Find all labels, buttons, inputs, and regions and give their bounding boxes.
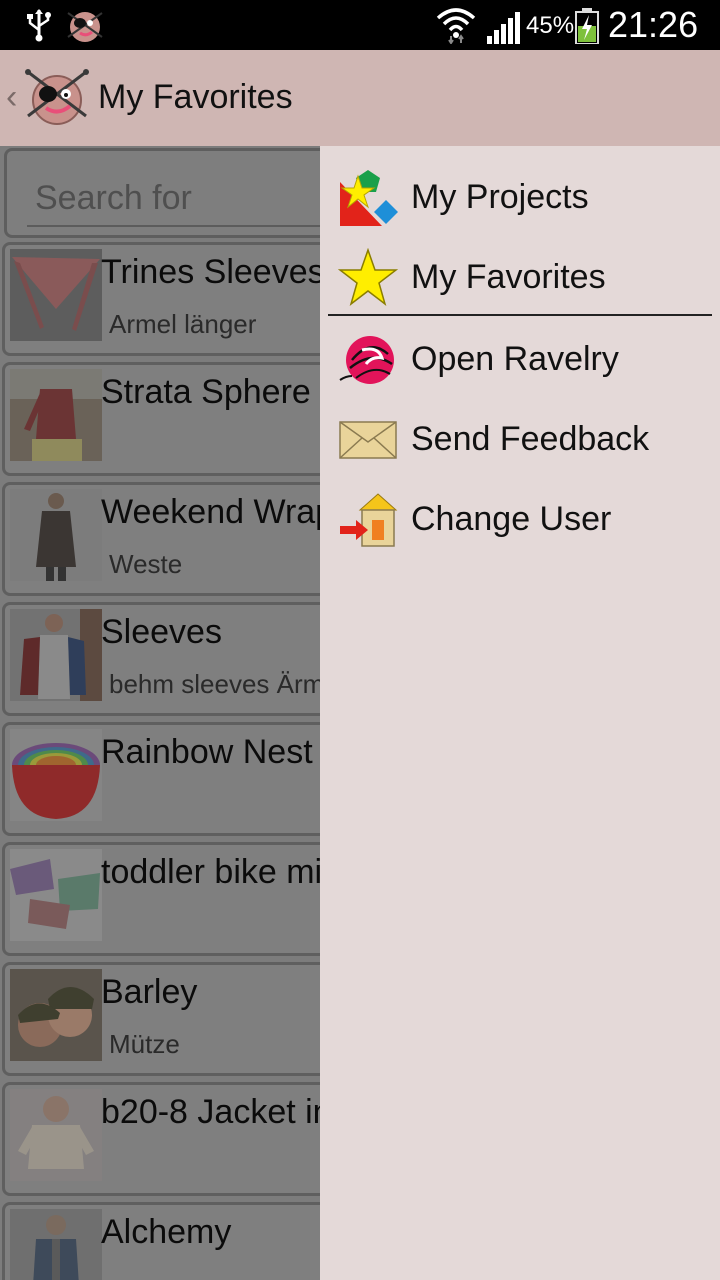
shawl-thumbnail <box>10 249 102 341</box>
baby-jacket-thumbnail <box>10 1089 102 1181</box>
wifi-icon <box>436 8 476 44</box>
item-subtitle: behm sleeves Ärmel <box>109 669 345 699</box>
mitts-thumbnail <box>10 849 102 941</box>
battery-percent: 45% <box>526 12 575 39</box>
clock: 21:26 <box>608 4 699 45</box>
item-title: Alchemy <box>101 1213 232 1251</box>
battery-charging-icon <box>575 8 599 44</box>
cardigan-thumbnail <box>10 1209 102 1280</box>
drawer-item-change-user[interactable]: Change User <box>328 480 712 556</box>
sweater-thumbnail <box>10 369 102 461</box>
item-title: Weekend Wrap <box>101 493 335 531</box>
navigation-drawer: My Projects My Favorites Open Ravelry Se… <box>320 146 720 1280</box>
shapes-icon <box>340 170 398 226</box>
action-bar: ‹ My Favorites <box>0 50 720 146</box>
ravelry-yarn-ball-icon <box>339 336 394 384</box>
item-subtitle: Mütze <box>109 1029 180 1059</box>
drawer-divider <box>328 314 712 316</box>
drawer-item-label: Change User <box>411 500 612 538</box>
status-bar: 45% 21:26 <box>0 0 720 50</box>
rainbow-bowl-thumbnail <box>10 729 102 821</box>
drawer-item-label: Open Ravelry <box>411 340 619 378</box>
chevron-left-icon[interactable]: ‹ <box>6 78 17 117</box>
sleeves-thumbnail <box>10 609 102 701</box>
vest-thumbnail <box>10 489 102 581</box>
hat-thumbnail <box>10 969 102 1061</box>
item-subtitle: Weste <box>109 549 183 579</box>
envelope-icon <box>339 421 397 459</box>
page-title: My Favorites <box>98 78 293 116</box>
drawer-item-send-feedback[interactable]: Send Feedback <box>328 400 712 476</box>
pirate-yarn-logo-icon[interactable] <box>24 64 90 130</box>
item-title: Barley <box>101 973 198 1011</box>
drawer-item-label: My Favorites <box>411 258 606 296</box>
usb-icon <box>27 9 51 42</box>
drawer-item-my-projects[interactable]: My Projects <box>328 158 712 234</box>
item-title: Trines Sleeves <box>101 253 325 291</box>
item-title: Sleeves <box>101 613 222 651</box>
signal-icon <box>487 12 520 44</box>
item-title: Rainbow Nest <box>101 733 313 771</box>
drawer-item-label: My Projects <box>411 178 589 216</box>
pirate-notification-icon <box>67 12 103 42</box>
house-arrow-icon <box>340 493 398 547</box>
drawer-item-open-ravelry[interactable]: Open Ravelry <box>328 320 712 396</box>
item-title: Strata Sphere <box>101 373 311 411</box>
star-icon <box>338 248 398 306</box>
item-subtitle: Armel länger <box>109 309 257 339</box>
drawer-item-label: Send Feedback <box>411 420 650 458</box>
item-title: b20-8 Jacket in <box>101 1093 332 1131</box>
drawer-item-my-favorites[interactable]: My Favorites <box>328 238 712 314</box>
